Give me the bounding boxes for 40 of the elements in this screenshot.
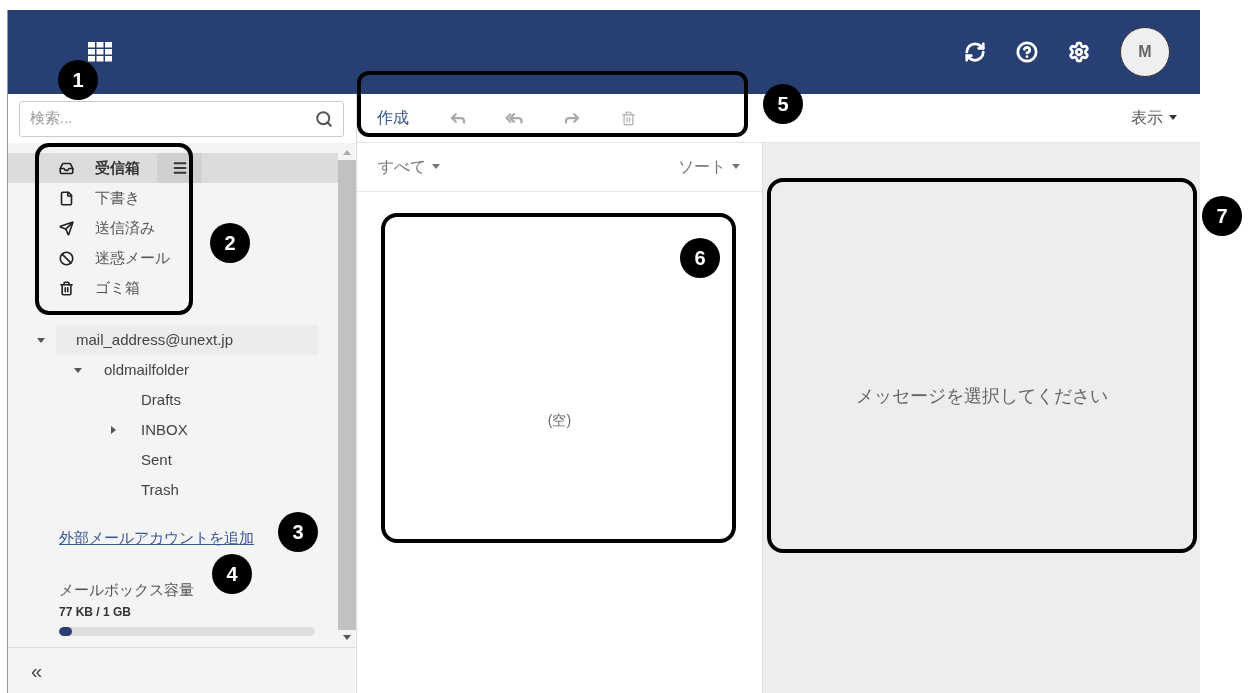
folder-item[interactable]: ゴミ箱 xyxy=(8,273,338,303)
folder-item[interactable]: Trash xyxy=(128,475,179,505)
folder-item[interactable]: mail_address@unext.jp xyxy=(56,325,318,355)
empty-preview-text: メッセージを選択してください xyxy=(855,384,1108,408)
menu-icon[interactable] xyxy=(171,160,188,176)
caret-down-icon xyxy=(431,163,441,171)
draft-icon xyxy=(59,190,74,206)
caret-down-icon[interactable] xyxy=(36,335,46,345)
quota-label: メールボックス容量 xyxy=(59,579,194,600)
help-icon[interactable] xyxy=(1016,41,1038,63)
caret-down-icon[interactable] xyxy=(73,365,83,375)
compose-button[interactable]: 作成 xyxy=(377,106,409,130)
spam-icon xyxy=(59,250,74,266)
settings-icon[interactable] xyxy=(1068,41,1090,63)
sort-dropdown[interactable]: ソート xyxy=(678,155,741,179)
inbox-icon xyxy=(59,160,74,176)
caret-down-icon xyxy=(1168,114,1178,122)
scroll-down-icon[interactable] xyxy=(342,634,352,642)
view-menu-button[interactable]: 表示 xyxy=(1131,106,1178,130)
user-avatar[interactable]: M xyxy=(1120,27,1170,77)
folder-item[interactable]: INBOX xyxy=(128,415,188,445)
quota-reading: 77 KB / 1 GB xyxy=(59,604,132,621)
callout-number: 7 xyxy=(1202,196,1242,236)
app-grid-icon[interactable] xyxy=(88,42,112,62)
folder-item[interactable]: Drafts xyxy=(128,385,181,415)
add-account-link[interactable]: 外部メールアカウントを追加 xyxy=(59,527,254,550)
collapse-button[interactable]: « xyxy=(31,660,43,681)
sent-icon xyxy=(59,220,74,236)
caret-right-icon[interactable] xyxy=(108,425,118,435)
folder-item[interactable]: Sent xyxy=(128,445,172,475)
filter-dropdown[interactable]: すべて xyxy=(378,155,441,179)
search-field[interactable]: 検索... xyxy=(19,100,344,137)
empty-list-text: (空) xyxy=(547,411,572,430)
refresh-icon[interactable] xyxy=(964,41,986,63)
folder-item[interactable]: 下書き xyxy=(8,183,338,213)
folder-item[interactable]: 受信箱 xyxy=(8,153,338,183)
search-icon[interactable] xyxy=(315,109,333,128)
folder-item[interactable]: oldmailfolder xyxy=(93,355,190,385)
trash-icon xyxy=(59,280,74,296)
caret-down-icon xyxy=(731,163,741,171)
